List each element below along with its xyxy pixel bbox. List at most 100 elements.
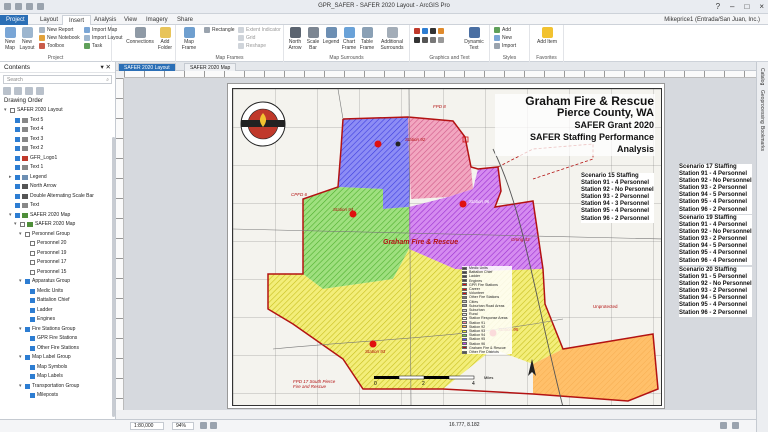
tab-insert[interactable]: Insert [62,15,92,25]
visibility-checkbox[interactable] [15,184,20,190]
pause-drawing-icon[interactable] [720,422,727,429]
scale-selector[interactable]: 1:80,000 [130,422,164,430]
visibility-checkbox[interactable] [15,212,20,218]
minimize-icon[interactable]: – [730,2,734,11]
scale-bar[interactable]: 0 2 4 Miles [372,370,522,386]
contents-item[interactable]: Double Alternating Scale Bar [0,192,115,202]
full-extent-icon[interactable] [210,422,217,429]
contents-scrollbar[interactable] [112,137,115,417]
grid-button[interactable]: Grid [238,35,255,41]
contents-item[interactable]: ▾ SAFER 2020 Layout [0,106,115,116]
station-96-marker[interactable] [459,200,467,208]
new-style-button[interactable]: New [494,35,512,41]
bookmarks-tab[interactable]: Bookmarks [759,126,765,151]
visibility-checkbox[interactable] [15,155,20,161]
visibility-checkbox[interactable] [30,317,35,323]
list-drawing-order-icon[interactable] [3,87,11,95]
rectangle-dropdown[interactable]: Rectangle [204,27,235,33]
toolbox-button[interactable]: Toolbox [39,43,64,49]
contents-item[interactable]: ▾ Transportation Group [0,382,115,392]
map-frame[interactable]: Graham Fire & Rescue FPD 17 South Pierce… [232,88,662,406]
contents-item[interactable]: Mileposts [0,391,115,401]
task-button[interactable]: Task [84,43,102,49]
contents-item[interactable]: GPR Fire Stations [0,334,115,344]
contents-item[interactable]: ▾ Personnel Group [0,230,115,240]
close-icon[interactable]: × [759,2,764,11]
visibility-checkbox[interactable] [25,231,30,237]
dynamic-text-button[interactable]: Dynamic Text [462,27,486,51]
list-by-selection-icon[interactable] [25,87,33,95]
add-folder-button[interactable]: Add Folder [156,27,174,51]
visibility-checkbox[interactable] [15,117,20,123]
scale-bar-button[interactable]: Scale Bar [305,27,321,51]
contents-item[interactable]: Text 2 [0,144,115,154]
expander-icon[interactable]: ▾ [19,353,23,363]
scenario-19-text[interactable]: Scenario 19 Staffing Station 91 - 4 Perso… [679,215,752,265]
add-style-button[interactable]: Add [494,27,511,33]
visibility-checkbox[interactable] [25,279,30,285]
expander-icon[interactable]: ▾ [14,220,18,230]
visibility-checkbox[interactable] [10,108,15,114]
visibility-checkbox[interactable] [30,393,35,399]
zoom-selector[interactable]: 94% [172,422,194,430]
add-item-button[interactable]: Add Item [536,27,558,45]
contents-item[interactable]: Text [0,201,115,211]
chart-frame-button[interactable]: Chart Frame [341,27,357,51]
contents-search[interactable]: Search ⌕ [3,75,112,84]
geoprocessing-tab[interactable]: Geoprocessing [759,90,765,124]
contents-item[interactable]: North Arrow [0,182,115,192]
expander-icon[interactable]: ▾ [19,230,23,240]
reshape-button[interactable]: Reshape [238,43,266,49]
visibility-checkbox[interactable] [30,260,35,266]
contents-item[interactable]: ▾ Apparatus Group [0,277,115,287]
contents-item[interactable]: ▾ Map Label Group [0,353,115,363]
tab-project[interactable]: Project [0,15,28,25]
contents-item[interactable]: Battalion Chief [0,296,115,306]
visibility-checkbox[interactable] [15,146,20,152]
contents-item[interactable]: Personnel 19 [0,249,115,259]
expander-icon[interactable]: ▾ [19,277,23,287]
expander-icon[interactable]: ▸ [9,173,13,183]
contents-item[interactable]: ▾ Fire Stations Group [0,325,115,335]
visibility-checkbox[interactable] [25,383,30,389]
visibility-checkbox[interactable] [25,355,30,361]
contents-item[interactable]: ▾ SAFER 2020 Map [0,211,115,221]
new-notebook-button[interactable]: New Notebook [39,35,80,41]
station-91-area[interactable] [408,117,473,199]
north-arrow-button[interactable]: North Arrow [287,27,303,51]
north-arrow[interactable] [522,358,542,378]
visibility-checkbox[interactable] [15,127,20,133]
tab-imagery[interactable]: Imagery [140,15,174,25]
map-legend[interactable]: Medic Units Battalion Chief Ladder Engines G… [462,266,512,355]
catalog-tab[interactable]: Catalog [759,68,765,85]
visibility-checkbox[interactable] [30,288,35,294]
pin-icon[interactable]: ▾ ✕ [100,62,111,72]
expander-icon[interactable]: ▾ [4,106,8,116]
visibility-checkbox[interactable] [15,136,20,142]
contents-item[interactable]: GFR_Logo1 [0,154,115,164]
visibility-checkbox[interactable] [15,193,20,199]
tab-layout[interactable]: Layout [34,15,64,25]
contents-item[interactable]: Text 4 [0,125,115,135]
contents-item[interactable]: Personnel 17 [0,258,115,268]
expander-icon[interactable]: ▾ [19,325,23,335]
contents-item[interactable]: ▾ SAFER 2020 Map [0,220,115,230]
tab-safer-2020-map[interactable]: SAFER 2020 Map [184,63,237,71]
extent-indicator-button[interactable]: Extent Indicator [238,27,281,33]
list-by-source-icon[interactable] [14,87,22,95]
contents-item[interactable]: Text 5 [0,116,115,126]
scenario-17-text[interactable]: Scenario 17 Staffing Station 91 - 4 Perso… [679,164,752,214]
visibility-checkbox[interactable] [30,336,35,342]
contents-item[interactable]: Other Fire Stations [0,344,115,354]
visibility-checkbox[interactable] [30,364,35,370]
visibility-checkbox[interactable] [30,269,35,275]
station-91-marker[interactable] [374,140,382,148]
contents-item[interactable]: Text 1 [0,163,115,173]
visibility-checkbox[interactable] [30,241,35,247]
text-gallery[interactable] [414,37,444,43]
visibility-checkbox[interactable] [30,250,35,256]
visibility-checkbox[interactable] [25,326,30,332]
expander-icon[interactable]: ▾ [19,382,23,392]
contents-item[interactable]: ▸ Legend [0,173,115,183]
connections-button[interactable]: Connections [126,27,154,45]
